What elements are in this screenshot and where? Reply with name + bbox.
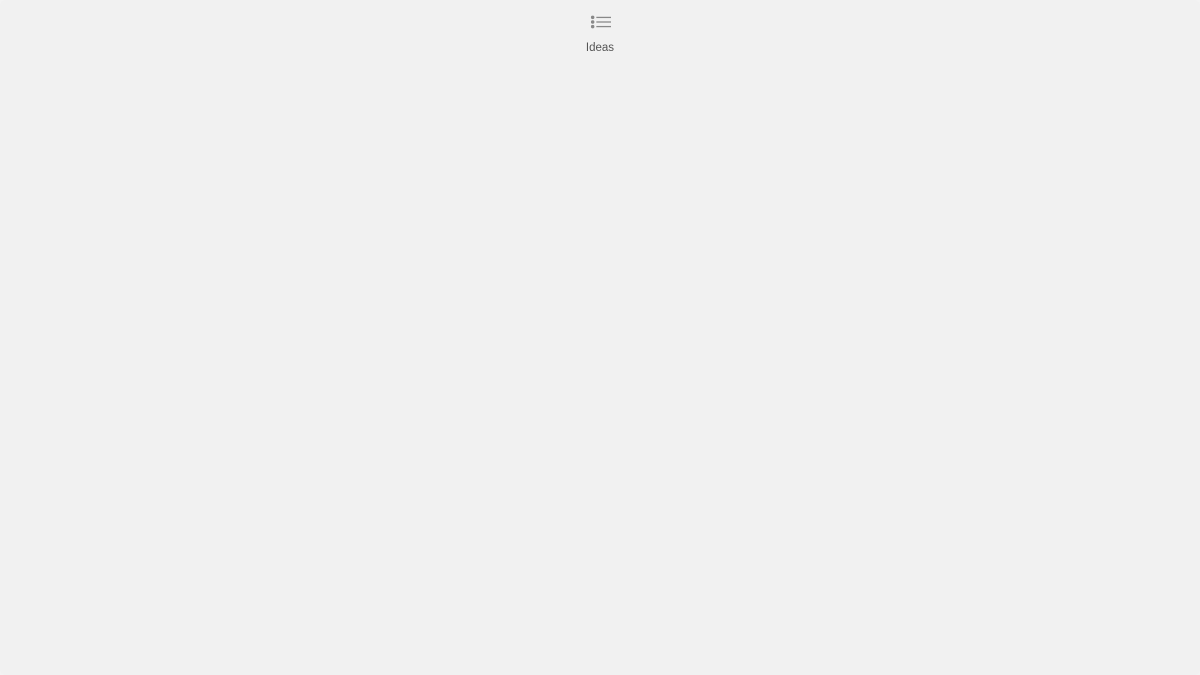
format-panel: Format ParagraphEmailBlog postIdeas	[873, 409, 1143, 516]
discover-sidebar: Discover Chat Compose Overview Site Info…	[860, 70, 1156, 669]
format-ideas[interactable]: Ideas	[861, 146, 1155, 668]
